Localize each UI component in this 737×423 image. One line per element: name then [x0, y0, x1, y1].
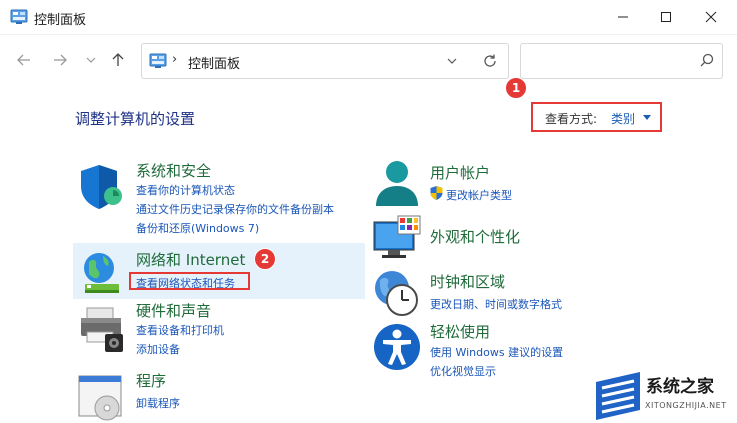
link-uninstall-program[interactable]: 卸载程序 — [136, 395, 180, 411]
recent-locations-button[interactable] — [80, 49, 102, 71]
breadcrumb-separator[interactable]: › — [172, 52, 177, 67]
link-backup-restore[interactable]: 备份和还原(Windows 7) — [136, 220, 259, 236]
arrow-left-icon — [17, 54, 30, 66]
refresh-icon[interactable] — [482, 53, 498, 69]
search-icon[interactable] — [700, 53, 714, 67]
search-input[interactable] — [529, 44, 683, 76]
link-windows-recommended-settings[interactable]: 使用 Windows 建议的设置 — [430, 344, 563, 360]
forward-button[interactable] — [49, 49, 71, 71]
caret-down-icon[interactable] — [643, 115, 651, 120]
category-title-clock-region[interactable]: 时钟和区域 — [430, 271, 505, 292]
minimize-button[interactable] — [600, 0, 646, 34]
appearance-icon — [373, 215, 421, 258]
chevron-down-icon — [86, 57, 96, 63]
category-title-hardware-sound[interactable]: 硬件和声音 — [136, 300, 211, 321]
category-title-ease-of-access[interactable]: 轻松使用 — [430, 321, 490, 342]
window-title: 控制面板 — [34, 13, 87, 28]
breadcrumb[interactable]: 控制面板 — [188, 53, 240, 72]
category-title-user-accounts[interactable]: 用户帐户 — [430, 162, 490, 183]
annotation-box — [129, 272, 250, 290]
maximize-icon — [661, 12, 671, 22]
programs-icon — [78, 375, 122, 421]
view-by-selector[interactable]: 查看方式: 类别 — [531, 102, 662, 132]
arrow-up-icon — [112, 53, 124, 66]
view-by-value[interactable]: 类别 — [611, 110, 635, 127]
annotation-badge-2: 2 — [254, 248, 276, 270]
minimize-icon — [618, 16, 628, 18]
up-button[interactable] — [107, 49, 129, 71]
title-bar: 控制面板 — [0, 0, 737, 35]
maximize-button[interactable] — [643, 0, 689, 34]
link-add-device[interactable]: 添加设备 — [136, 341, 180, 357]
user-account-icon — [376, 161, 418, 206]
search-box[interactable] — [520, 43, 723, 79]
view-by-label: 查看方式: — [545, 112, 598, 126]
watermark-subtitle: XITONGZHIJIA.NET — [645, 401, 727, 410]
link-change-date-time-format[interactable]: 更改日期、时间或数字格式 — [430, 296, 562, 312]
close-icon — [705, 11, 717, 23]
printer-icon — [81, 307, 123, 352]
control-panel-icon — [149, 53, 167, 68]
watermark-title: 系统之家 — [646, 377, 714, 397]
shield-icon — [81, 165, 122, 209]
network-globe-icon — [84, 253, 119, 293]
close-button[interactable] — [688, 0, 734, 34]
category-title-network-internet[interactable]: 网络和 Internet — [136, 249, 245, 270]
chevron-down-icon[interactable] — [446, 56, 458, 66]
link-file-history[interactable]: 通过文件历史记录保存你的文件备份副本 — [136, 201, 334, 217]
page-title: 调整计算机的设置 — [75, 110, 196, 128]
control-panel-icon — [10, 9, 28, 24]
link-change-account-type[interactable]: 更改帐户类型 — [446, 187, 512, 203]
category-title-system-security[interactable]: 系统和安全 — [136, 160, 211, 181]
link-optimize-visual-display[interactable]: 优化视觉显示 — [430, 363, 496, 379]
accessibility-icon — [374, 324, 420, 370]
category-title-appearance[interactable]: 外观和个性化 — [430, 226, 520, 247]
clock-globe-icon — [375, 271, 418, 316]
back-button[interactable] — [13, 49, 35, 71]
category-title-programs[interactable]: 程序 — [136, 370, 166, 391]
annotation-badge-1: 1 — [505, 77, 527, 99]
uac-shield-icon — [430, 186, 443, 200]
navigation-bar: › 控制面板 — [0, 35, 737, 85]
link-devices-printers[interactable]: 查看设备和打印机 — [136, 322, 224, 338]
address-box[interactable]: › 控制面板 — [141, 43, 509, 79]
arrow-right-icon — [54, 54, 67, 66]
link-view-computer-status[interactable]: 查看你的计算机状态 — [136, 182, 235, 198]
